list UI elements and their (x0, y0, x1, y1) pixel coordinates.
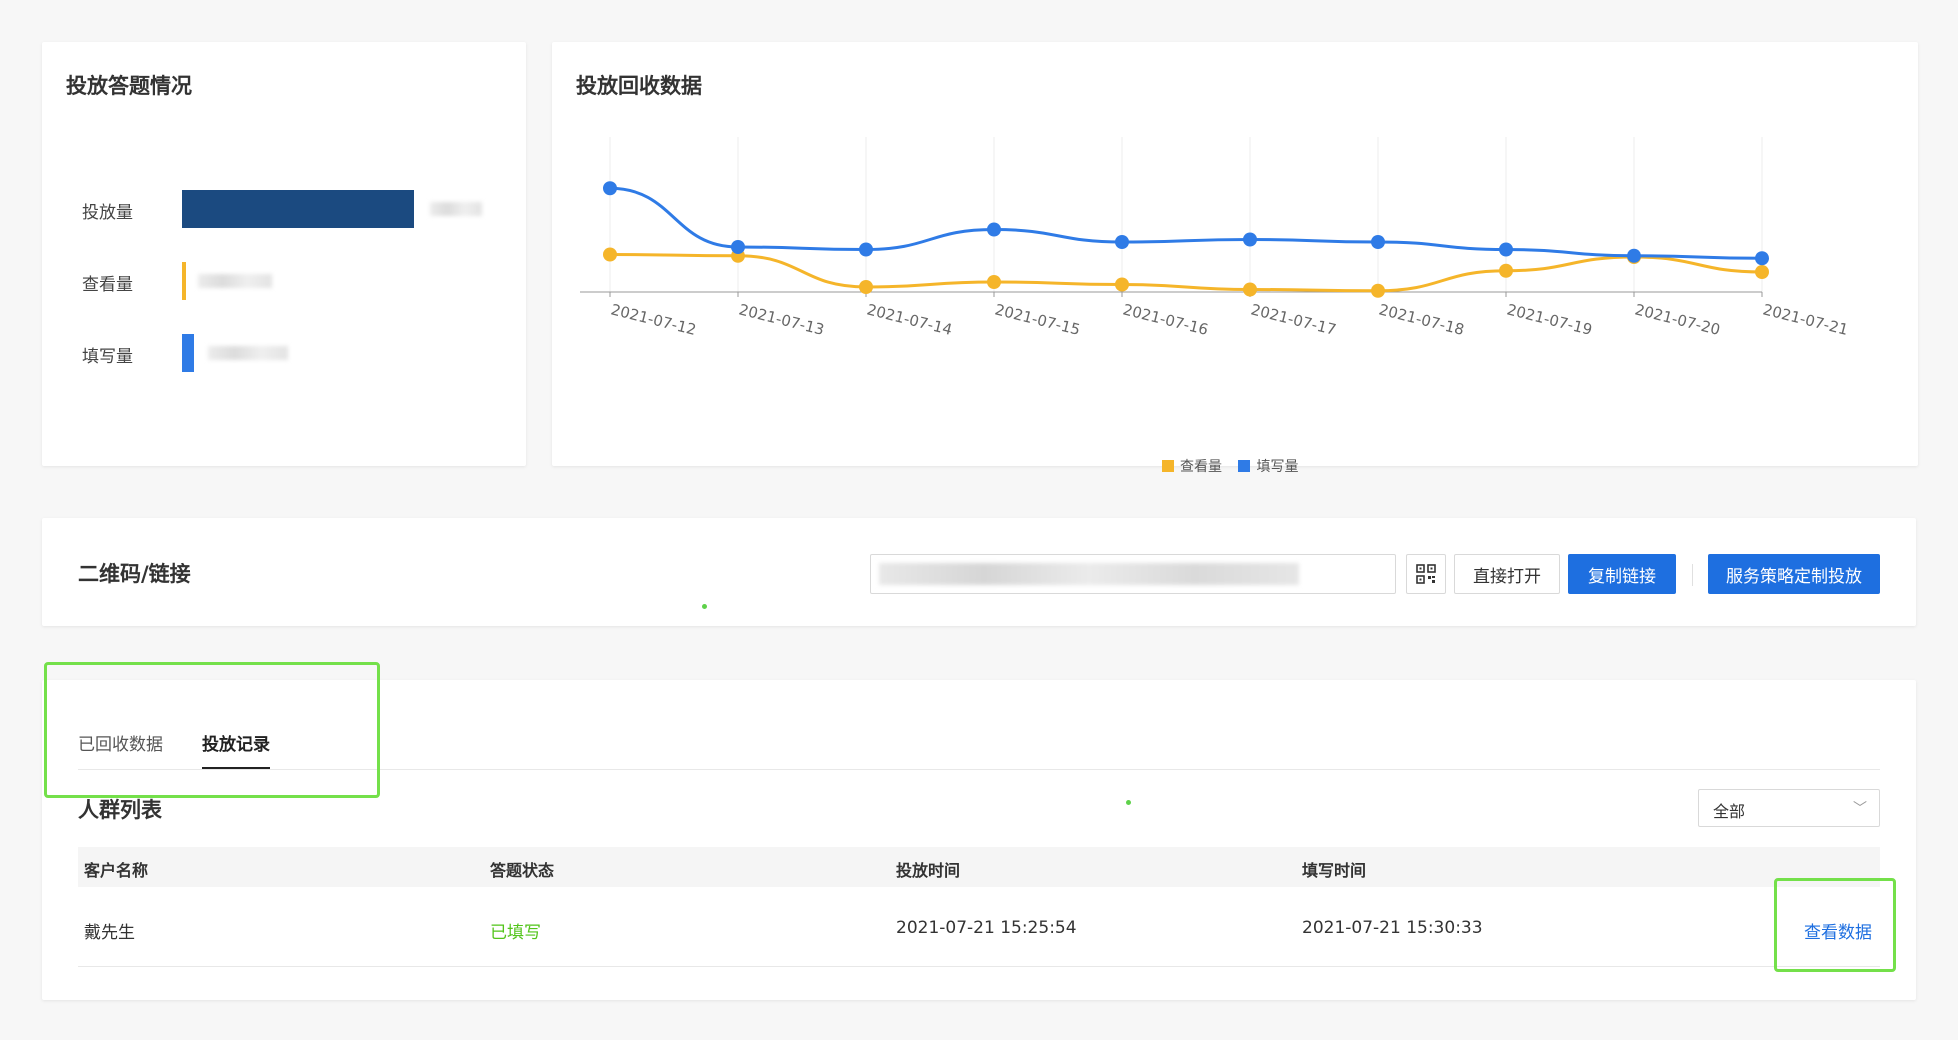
customer-name: 戴先生 (84, 923, 135, 943)
stats-title: 投放答题情况 (66, 74, 192, 98)
stat-value-blurred (198, 274, 272, 288)
series-filled-point (1499, 242, 1513, 257)
annotation-dot (702, 604, 707, 609)
x-tick-label: 2021-07-21 (1761, 300, 1850, 339)
x-tick-label: 2021-07-16 (1121, 300, 1210, 339)
column-header: 客户名称 (84, 861, 149, 880)
highlight-tabs (44, 662, 380, 798)
column-header: 投放时间 (896, 861, 961, 880)
qr-link-title: 二维码/链接 (78, 562, 191, 586)
series-filled-point (1243, 232, 1257, 247)
stat-label: 填写量 (82, 347, 133, 367)
series-viewed-point (1755, 265, 1769, 279)
series-viewed-point (1499, 263, 1513, 278)
chart-card: 投放回收数据 2021-07-12 2021-07-13 2021-07-14 202… (552, 42, 1918, 475)
stat-bar-filled (182, 334, 194, 372)
strategy-custom-delivery-button[interactable]: 服务策略定制投放 (1708, 554, 1880, 594)
series-filled-point (603, 181, 617, 196)
link-url-input[interactable] (870, 554, 1396, 594)
fill-time: 2021-07-21 15:30:33 (1302, 918, 1483, 938)
send-time: 2021-07-21 15:25:54 (896, 918, 1077, 938)
answer-status: 已填写 (490, 923, 541, 943)
qr-code-button[interactable] (1406, 554, 1446, 594)
series-filled-point (1115, 235, 1129, 249)
stat-value-blurred (208, 346, 288, 360)
legend-swatch-viewed (1162, 460, 1174, 472)
series-filled-point (1371, 235, 1385, 249)
series-viewed-point (987, 275, 1001, 289)
stats-card: 投放答题情况 投放量 查看量 填写量 (42, 42, 526, 466)
link-url-blurred (879, 563, 1299, 585)
qr-code-icon (1416, 564, 1436, 584)
stat-bar-delivered (182, 190, 414, 228)
series-filled-point (1755, 251, 1769, 266)
series-filled-point (1627, 248, 1641, 263)
series-filled-line (609, 186, 1763, 260)
chevron-down-icon: ﹀ (1853, 801, 1867, 817)
series-filled-point (859, 242, 873, 257)
series-viewed-point (1371, 283, 1385, 298)
series-viewed-point (1243, 282, 1257, 297)
series-viewed-point (1115, 277, 1129, 292)
x-tick-label: 2021-07-13 (737, 300, 826, 339)
annotation-dot (1126, 800, 1131, 805)
stat-label: 查看量 (82, 275, 133, 295)
column-header: 答题状态 (490, 861, 555, 880)
highlight-view-data (1774, 878, 1896, 972)
x-tick-label: 2021-07-14 (865, 300, 954, 339)
stat-value-blurred (430, 202, 482, 216)
x-tick-label: 2021-07-20 (1633, 300, 1722, 339)
section-title: 人群列表 (78, 798, 162, 822)
series-filled-point (987, 222, 1001, 237)
x-tick-label: 2021-07-19 (1505, 300, 1594, 339)
x-tick-label: 2021-07-12 (609, 300, 698, 339)
series-viewed-point (859, 280, 873, 294)
open-directly-button[interactable]: 直接打开 (1454, 554, 1560, 594)
x-tick-label: 2021-07-18 (1377, 300, 1466, 339)
legend-label: 查看量 (1180, 459, 1222, 475)
copy-link-button[interactable]: 复制链接 (1568, 554, 1676, 594)
stat-label: 投放量 (82, 203, 133, 223)
line-chart: 2021-07-12 2021-07-13 2021-07-14 2021-07-15… (580, 137, 1850, 339)
stat-bar-viewed (182, 262, 186, 300)
table-header: 客户名称 答题状态 投放时间 填写时间 (78, 847, 1880, 887)
series-viewed-point (603, 247, 617, 262)
legend-item-viewed[interactable]: 查看量 (1162, 456, 1222, 476)
x-tick-label: 2021-07-15 (993, 300, 1082, 339)
status-filter-select[interactable]: 全部 ﹀ (1698, 789, 1880, 827)
legend-swatch-filled (1238, 460, 1251, 472)
table-row: 戴先生 已填写 2021-07-21 15:25:54 2021-07-21 1… (78, 890, 1880, 967)
qr-link-card: 二维码/链接 直接打开 复制链接 服务策略定制投放 (42, 518, 1916, 626)
button-divider (1692, 564, 1693, 586)
filter-value: 全部 (1713, 802, 1746, 821)
chart-legend: 查看量 填写量 (1162, 456, 1310, 476)
legend-label: 填写量 (1256, 459, 1299, 475)
legend-item-filled[interactable]: 填写量 (1238, 456, 1298, 476)
series-viewed-line (609, 253, 1763, 293)
x-tick-label: 2021-07-17 (1249, 300, 1338, 339)
series-filled-point (731, 240, 745, 254)
column-header: 填写时间 (1302, 861, 1367, 880)
